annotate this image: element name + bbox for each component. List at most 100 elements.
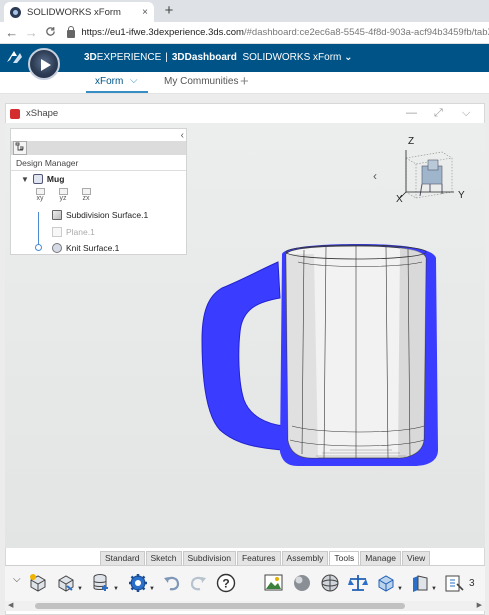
brand-app-name[interactable]: SOLIDWORKS xForm (242, 52, 341, 63)
mug-handle (201, 261, 285, 451)
database-icon (93, 574, 108, 591)
plane-xy[interactable]: xy (35, 188, 45, 202)
expand-caret-icon[interactable]: ▼ (21, 175, 29, 184)
3ds-logo-icon (7, 51, 22, 63)
plane-label: zx (82, 195, 90, 202)
feature-tree-tab-icon[interactable] (13, 141, 27, 155)
subdivision-surface-icon (52, 210, 62, 220)
action-bar: ⌵ ▼ ▼ ▼ ? ▼ ▼ 3 (5, 565, 485, 601)
image-button[interactable] (263, 572, 285, 594)
tab-tools[interactable]: Tools (329, 551, 360, 565)
axis-z-label: Z (408, 136, 415, 147)
open-part-icon (58, 575, 74, 592)
expand-toolbar-icon[interactable]: ⌵ (13, 574, 21, 585)
tab-assembly[interactable]: Assembly (281, 551, 329, 565)
add-tab-button[interactable]: + (240, 73, 249, 90)
compass-icon[interactable] (28, 48, 60, 80)
panel-divider (11, 170, 186, 171)
design-manager-title: Design Manager (16, 158, 79, 168)
collapse-panel-icon[interactable]: ‹ (181, 130, 184, 141)
app-brand: 3DEXPERIENCE | 3DDashboard SOLIDWORKS xFor… (84, 52, 353, 63)
viewcube-icon[interactable] (398, 146, 458, 204)
address-bar: ← → https://eu1-ifwe.3dexperience.3ds.co… (0, 22, 489, 44)
tree-root-mug[interactable]: ▼ Mug (21, 174, 64, 184)
help-button[interactable]: ? (215, 572, 237, 594)
measure-icon (413, 575, 428, 592)
redo-icon (190, 576, 206, 591)
globe-icon (321, 574, 339, 592)
scroll-left-icon[interactable]: ◀ (8, 601, 13, 609)
mug-model[interactable] (200, 240, 450, 472)
brand-3d: 3D (84, 52, 97, 63)
redo-button[interactable] (187, 572, 209, 594)
widget-title: xShape (26, 108, 59, 119)
minimize-icon[interactable]: — (406, 107, 417, 119)
new-part-button[interactable] (27, 572, 49, 594)
active-tab-indicator (86, 91, 148, 93)
open-button[interactable]: ▼ (55, 572, 83, 594)
close-tab-icon[interactable]: × (142, 7, 148, 18)
new-tab-button[interactable]: + (160, 2, 178, 20)
export-button[interactable] (443, 572, 465, 594)
app-chevron-icon[interactable]: ⌄ (344, 52, 352, 63)
knit-surface-icon (52, 243, 62, 253)
maximize-icon[interactable]: ⤢ (434, 107, 443, 120)
tree-item-knit-surface[interactable]: Knit Surface.1 (52, 243, 119, 253)
help-icon: ? (216, 573, 236, 593)
section-cube-icon (378, 575, 394, 592)
tab-xform-chevron-icon[interactable]: ⌵ (130, 75, 138, 86)
axis-x-label: X (396, 194, 403, 205)
tab-manage[interactable]: Manage (360, 551, 401, 565)
tree-item-label: Plane.1 (66, 227, 95, 237)
viewcube-arrow-icon[interactable]: ‹ (373, 169, 377, 183)
tab-view[interactable]: View (401, 551, 431, 565)
picture-icon (264, 574, 283, 591)
tab-subdivision[interactable]: Subdivision (182, 551, 236, 565)
undo-button[interactable] (161, 572, 183, 594)
forward-arrow-icon[interactable]: → (24, 25, 40, 40)
render-button[interactable] (319, 572, 341, 594)
plane-yz[interactable]: yz (58, 188, 68, 202)
url-field[interactable]: https://eu1-ifwe.3dexperience.3ds.com/#d… (81, 27, 489, 38)
mass-properties-button[interactable] (347, 572, 369, 594)
sphere-icon (294, 575, 310, 591)
tab-standard[interactable]: Standard (100, 551, 145, 565)
widget-menu-icon[interactable]: ⌵ (462, 107, 470, 120)
options-button[interactable]: ▼ (127, 572, 155, 594)
browser-tab-strip: SOLIDWORKS xForm × + (0, 0, 489, 22)
browser-tab-title: SOLIDWORKS xForm (27, 6, 121, 18)
dashboard-tabs: xForm ⌵ My Communities + (0, 72, 489, 94)
reload-icon[interactable] (43, 25, 59, 40)
lock-icon (66, 26, 76, 38)
gear-icon (129, 574, 147, 592)
appearance-button[interactable] (291, 572, 313, 594)
plane-label: yz (59, 195, 67, 202)
tree-item-label: Knit Surface.1 (66, 243, 120, 253)
tab-sketch[interactable]: Sketch (145, 551, 182, 565)
toolbar-overflow-label[interactable]: 3 (469, 578, 475, 589)
scroll-right-icon[interactable]: ▶ (477, 601, 482, 609)
tab-my-communities[interactable]: My Communities (164, 76, 238, 87)
tree-connector (38, 212, 39, 248)
save-button[interactable]: ▼ (91, 572, 119, 594)
measure-button[interactable]: ▼ (409, 572, 437, 594)
section-view-button[interactable]: ▼ (375, 572, 403, 594)
new-part-icon (30, 574, 46, 592)
tree-root-label: Mug (46, 174, 65, 184)
back-arrow-icon[interactable]: ← (4, 25, 20, 40)
tree-item-plane[interactable]: Plane.1 (52, 227, 95, 237)
svg-text:?: ? (222, 577, 229, 591)
axis-y-label: Y (458, 190, 465, 201)
tree-item-subdivision-surface[interactable]: Subdivision Surface.1 (52, 210, 148, 220)
browser-tab[interactable]: SOLIDWORKS xForm × (4, 2, 154, 22)
plane-zx[interactable]: zx (81, 188, 91, 202)
export-icon (445, 575, 464, 592)
scroll-thumb[interactable] (35, 603, 405, 609)
panel-tab-strip (11, 141, 186, 155)
tab-features[interactable]: Features (236, 551, 281, 565)
3dexperience-favicon-icon (10, 6, 21, 18)
horizontal-scrollbar[interactable]: ◀ ▶ (5, 601, 485, 611)
tree-item-label: Subdivision Surface.1 (66, 210, 149, 220)
tab-xform[interactable]: xForm (95, 76, 123, 87)
xshape-app-icon (10, 109, 20, 119)
